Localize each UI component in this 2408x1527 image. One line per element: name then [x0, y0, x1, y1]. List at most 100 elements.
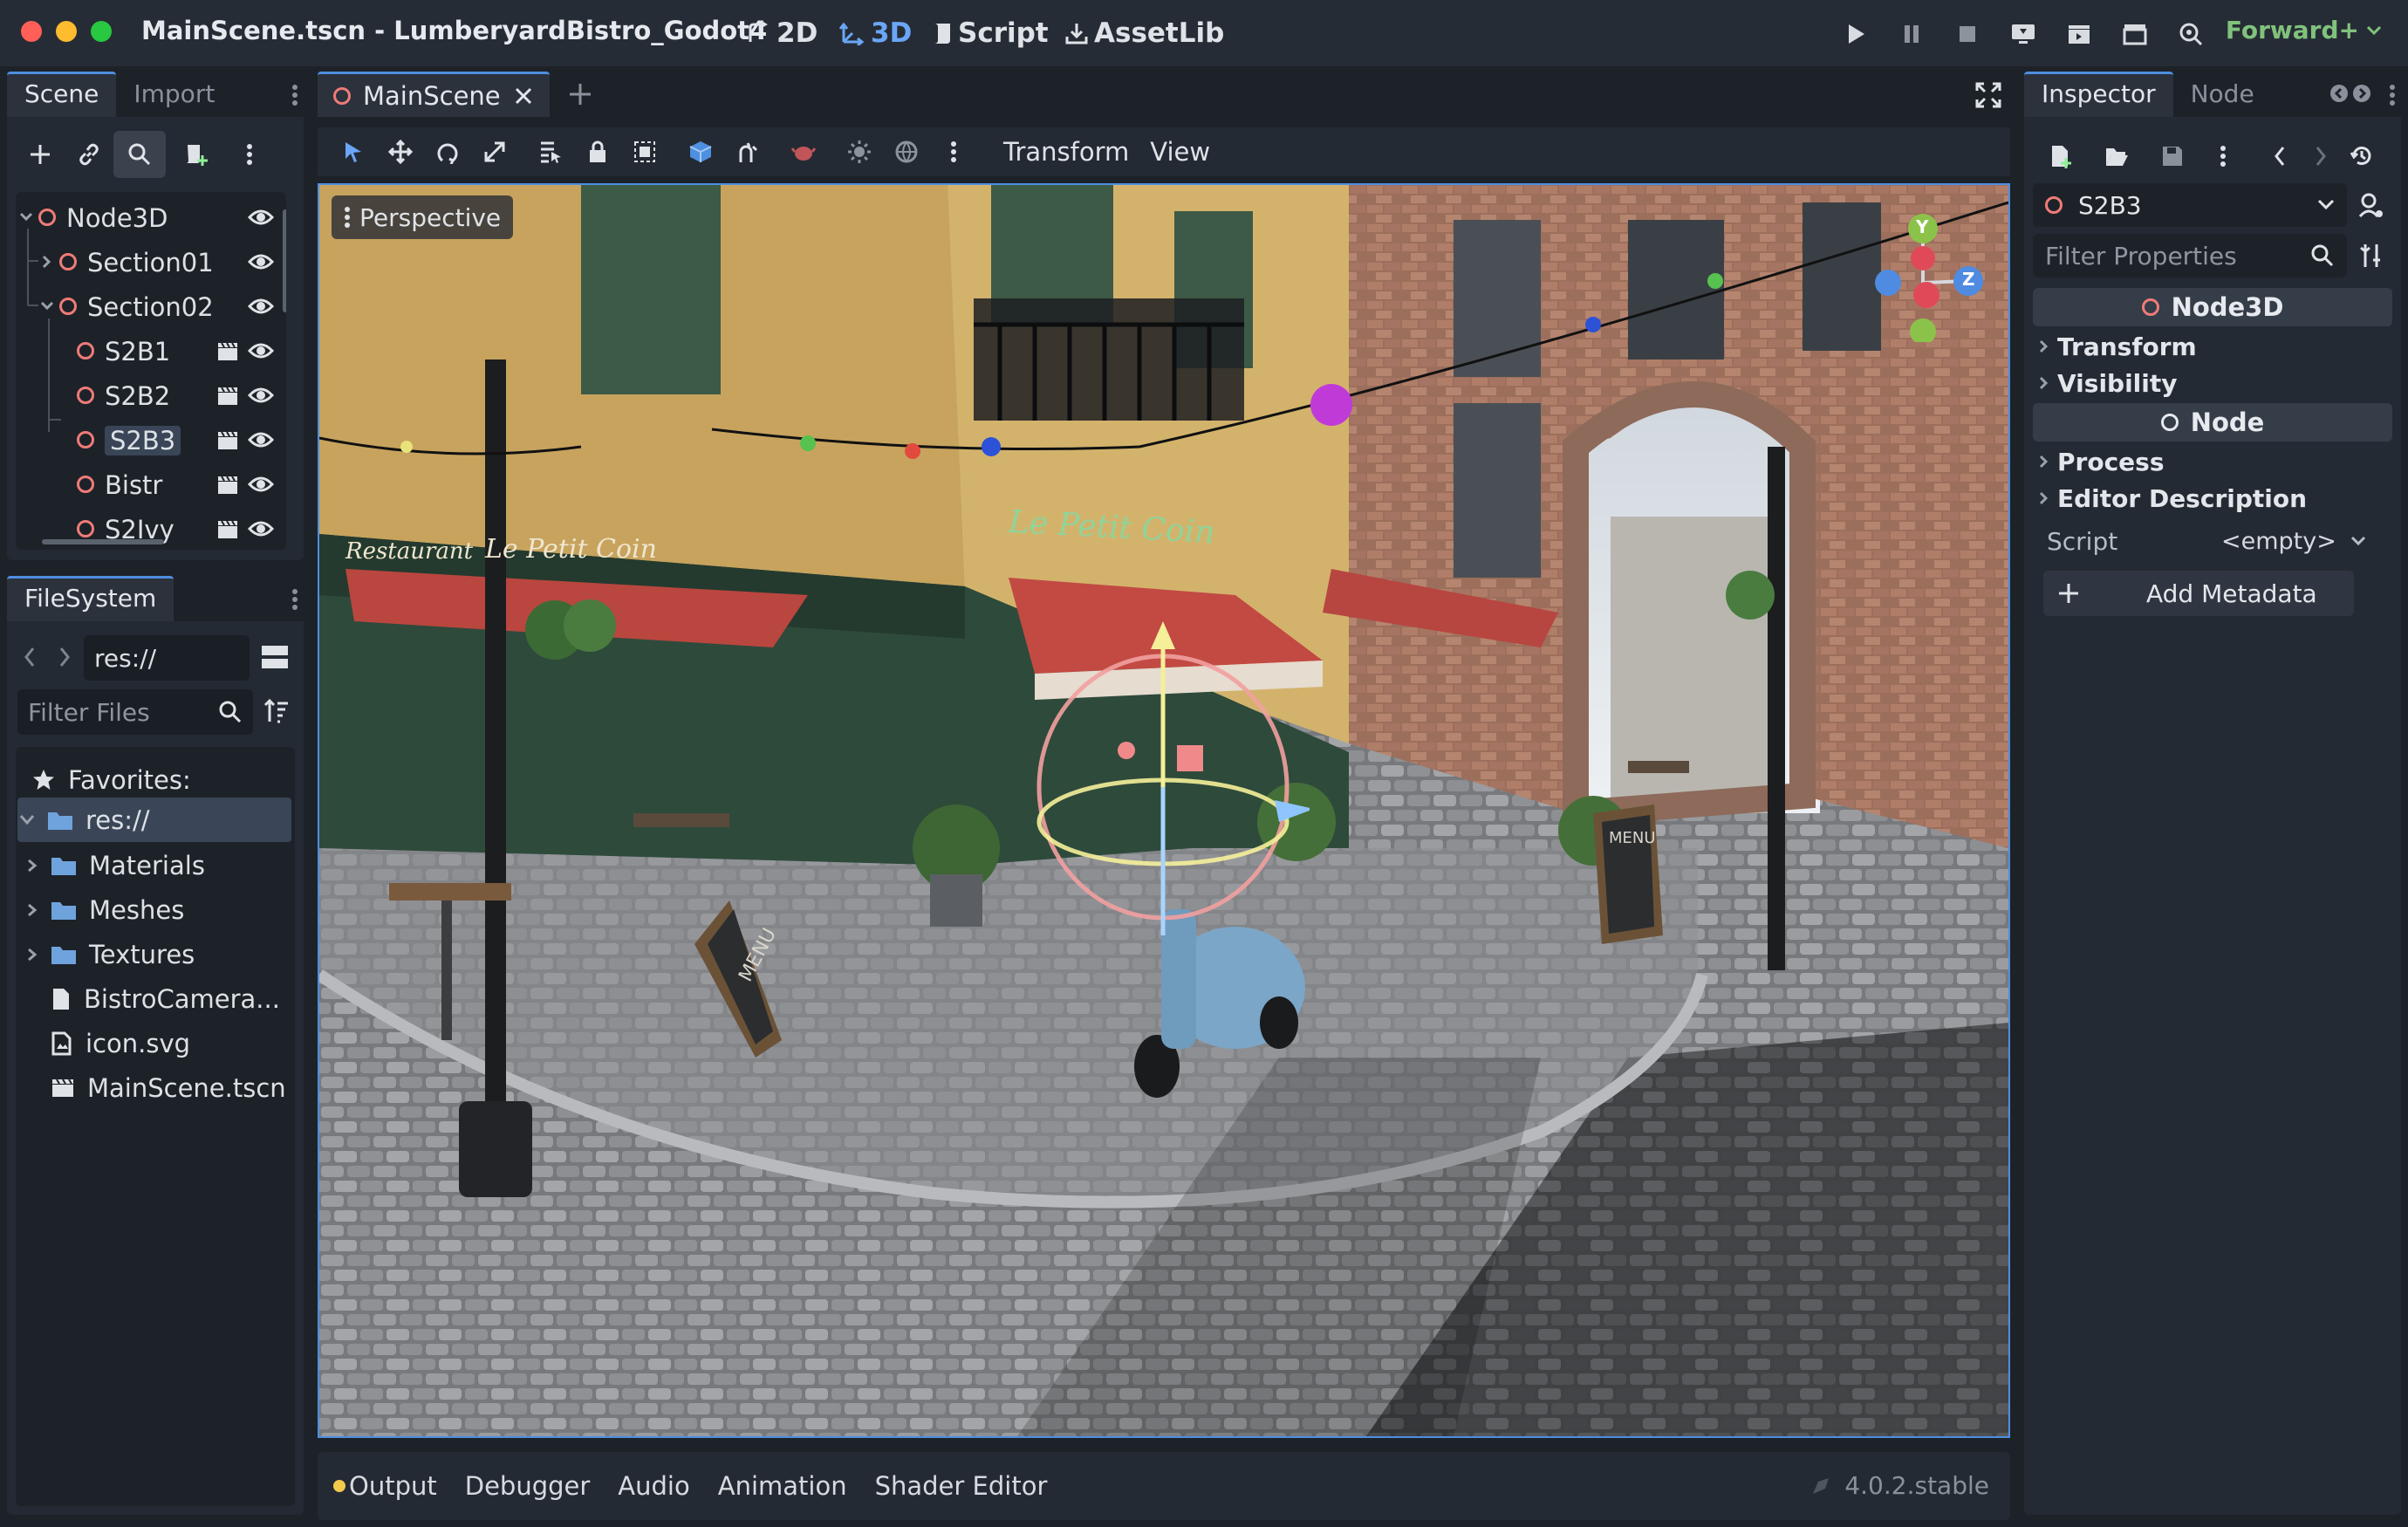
resource-menu-button[interactable] — [2200, 133, 2246, 180]
close-icon[interactable] — [513, 86, 534, 106]
list-select-button[interactable] — [527, 128, 574, 175]
minimize-window-button[interactable] — [56, 21, 77, 42]
eye-icon[interactable] — [248, 475, 274, 494]
section-process[interactable]: Process — [2033, 443, 2392, 480]
select-tool-button[interactable] — [330, 128, 377, 175]
group-button[interactable] — [621, 128, 668, 175]
tab-debugger[interactable]: Debugger — [465, 1471, 591, 1501]
selected-node-picker[interactable]: S2B3 — [2033, 183, 2347, 227]
open-scene-icon[interactable] — [216, 430, 239, 451]
add-node-button[interactable] — [16, 131, 65, 178]
mode-3d-button[interactable]: 3D — [839, 14, 912, 52]
environment-menu-button[interactable] — [930, 128, 977, 175]
attach-script-button[interactable] — [166, 131, 225, 178]
toggle-sun-button[interactable] — [836, 128, 883, 175]
view-orientation-gizmo[interactable]: Y Z — [1864, 202, 1994, 342]
new-scene-tab-button[interactable] — [567, 81, 593, 107]
mode-assetlib-button[interactable]: AssetLib — [1064, 14, 1224, 52]
section-transform[interactable]: Transform — [2033, 328, 2392, 365]
play-button[interactable] — [1837, 16, 1874, 52]
new-resource-button[interactable] — [2033, 133, 2089, 180]
script-property-value[interactable]: <empty> — [2221, 528, 2366, 555]
maximize-window-button[interactable] — [91, 21, 112, 42]
fs-file-row[interactable]: BistroCamera... — [26, 976, 280, 1021]
tab-scene[interactable]: Scene — [7, 72, 117, 117]
renderer-select[interactable]: Forward+ — [2226, 16, 2382, 45]
tab-filesystem[interactable]: FileSystem — [7, 576, 174, 621]
rotate-tool-button[interactable] — [424, 128, 471, 175]
fs-file-row[interactable]: icon.svg — [26, 1021, 190, 1065]
eye-icon[interactable] — [248, 252, 274, 271]
scene-tree-scrollbar[interactable] — [283, 209, 286, 312]
play-custom-scene-button[interactable] — [2117, 16, 2153, 52]
inspector-tools-button[interactable] — [2359, 243, 2384, 269]
tab-node[interactable]: Node — [2173, 72, 2272, 117]
fs-folder-row[interactable]: Textures — [26, 932, 195, 976]
3d-viewport[interactable]: Restaurant Le Petit Coin Le Petit Coin M… — [318, 183, 2010, 1438]
section-visibility[interactable]: Visibility — [2033, 365, 2392, 401]
mode-2d-button[interactable]: 2D — [747, 14, 817, 52]
toggle-environment-button[interactable] — [883, 128, 930, 175]
open-scene-icon[interactable] — [216, 341, 239, 362]
transform-menu[interactable]: Transform — [993, 137, 1139, 167]
eye-icon[interactable] — [248, 297, 274, 316]
favorites-row[interactable]: Favorites: — [31, 757, 191, 802]
dock-move-buttons[interactable] — [2329, 84, 2371, 103]
tab-mainscene[interactable]: MainScene — [318, 72, 550, 117]
history-back-button[interactable] — [2258, 133, 2302, 180]
open-scene-icon[interactable] — [216, 386, 239, 407]
tab-audio[interactable]: Audio — [618, 1471, 689, 1501]
transform-gizmo[interactable] — [1013, 613, 1310, 944]
move-tool-button[interactable] — [377, 128, 424, 175]
history-button[interactable] — [2340, 133, 2384, 180]
stop-button[interactable] — [1949, 16, 1986, 52]
fs-path-field[interactable]: res:// — [84, 635, 250, 681]
lock-button[interactable] — [574, 128, 621, 175]
close-window-button[interactable] — [21, 21, 42, 42]
scene-tree-hscrollbar[interactable] — [42, 539, 164, 544]
mode-script-button[interactable]: Script — [932, 14, 1049, 52]
tab-import[interactable]: Import — [116, 72, 232, 117]
add-metadata-button[interactable]: Add Metadata — [2043, 571, 2354, 616]
fs-file-row[interactable]: MainScene.tscn — [26, 1065, 286, 1110]
tab-animation[interactable]: Animation — [718, 1471, 847, 1501]
local-space-button[interactable] — [677, 128, 724, 175]
open-scene-icon[interactable] — [216, 519, 239, 540]
play-scene-button[interactable] — [2061, 16, 2097, 52]
eye-icon[interactable] — [248, 341, 274, 360]
instantiate-scene-button[interactable] — [65, 131, 113, 178]
scene-dock-menu-icon[interactable] — [291, 84, 298, 106]
eye-icon[interactable] — [248, 208, 274, 227]
inspector-menu-icon[interactable] — [2389, 84, 2396, 106]
fs-sort-button[interactable] — [263, 698, 290, 724]
fs-split-mode-button[interactable] — [260, 642, 290, 672]
fs-back-button[interactable] — [23, 646, 37, 668]
eye-icon[interactable] — [248, 386, 274, 405]
eye-icon[interactable] — [248, 519, 274, 538]
snap-button[interactable] — [724, 128, 771, 175]
filter-nodes-button[interactable] — [113, 131, 166, 178]
node-docs-button[interactable] — [2357, 192, 2385, 220]
load-resource-button[interactable] — [2089, 133, 2145, 180]
history-forward-button[interactable] — [2302, 133, 2340, 180]
fs-forward-button[interactable] — [58, 646, 72, 668]
movie-maker-button[interactable] — [2172, 16, 2209, 52]
tab-inspector[interactable]: Inspector — [2024, 72, 2173, 117]
eye-icon[interactable] — [248, 430, 274, 449]
section-editor-description[interactable]: Editor Description — [2033, 480, 2392, 517]
fs-folder-row[interactable]: Meshes — [26, 887, 184, 932]
scale-tool-button[interactable] — [471, 128, 518, 175]
tab-shader-editor[interactable]: Shader Editor — [875, 1471, 1048, 1501]
open-scene-icon[interactable] — [216, 475, 239, 496]
filter-files-input[interactable]: Filter Files — [17, 689, 253, 735]
filter-properties-input[interactable]: Filter Properties — [2033, 234, 2347, 277]
filesystem-menu-icon[interactable] — [291, 588, 298, 611]
remote-debug-button[interactable] — [2005, 16, 2042, 52]
fs-folder-row[interactable]: Materials — [26, 843, 205, 887]
scene-tree-menu-button[interactable] — [225, 131, 274, 178]
preview-sun-button[interactable] — [780, 128, 827, 175]
pause-button[interactable] — [1893, 16, 1930, 52]
distraction-free-button[interactable] — [1975, 82, 2001, 108]
perspective-menu[interactable]: Perspective — [332, 195, 514, 239]
view-menu[interactable]: View — [1139, 137, 1221, 167]
